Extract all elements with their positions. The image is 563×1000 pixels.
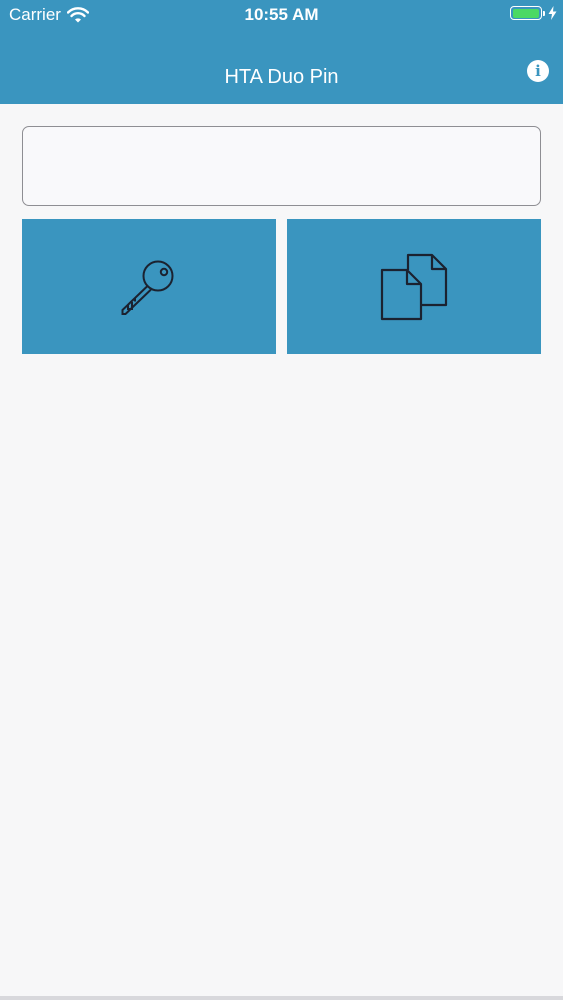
bolt-icon	[548, 6, 557, 20]
key-icon	[121, 260, 174, 315]
battery-tip	[543, 10, 545, 16]
battery-level	[512, 8, 539, 18]
navigation-bar: Carrier 10:55 AM HTA Duo Pin i	[0, 0, 563, 104]
status-time: 10:55 AM	[244, 5, 319, 24]
battery-indicator	[510, 6, 557, 20]
copy-pin-button[interactable]	[287, 219, 541, 354]
copy-icon	[380, 253, 448, 320]
battery-icon	[510, 6, 542, 20]
pin-input[interactable]	[22, 126, 541, 206]
info-icon[interactable]: i	[527, 60, 549, 82]
generate-pin-button[interactable]	[22, 219, 276, 354]
status-bar: Carrier 10:55 AM	[0, 0, 563, 30]
bottom-edge	[0, 996, 563, 1000]
page-title: HTA Duo Pin	[224, 66, 339, 88]
